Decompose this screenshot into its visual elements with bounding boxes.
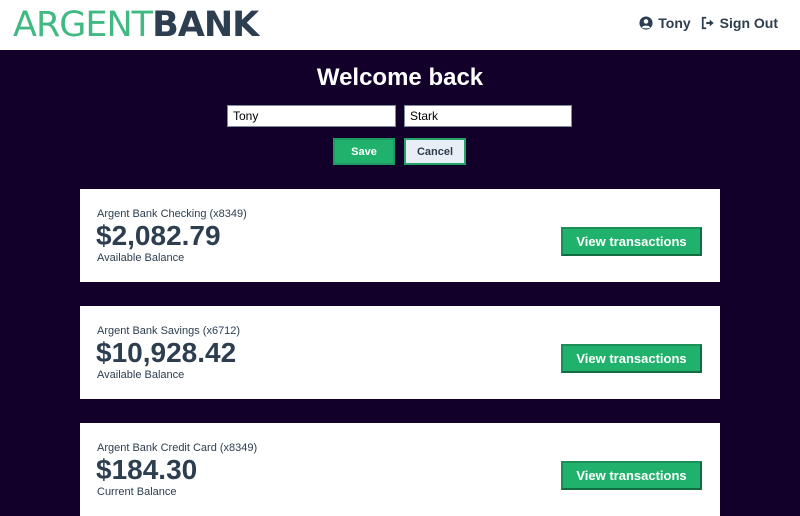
page-title: Welcome back xyxy=(316,64,484,91)
account-card-savings: Argent Bank Savings (x6712) $10,928.42 A… xyxy=(80,306,720,399)
welcome-header: Welcome back xyxy=(0,62,800,94)
sign-out-icon xyxy=(701,16,715,30)
sign-out-link[interactable]: Sign Out xyxy=(701,15,778,31)
account-amount-description: Available Balance xyxy=(97,369,185,381)
account-card-checking: Argent Bank Checking (x8349) $2,082.79 A… xyxy=(80,189,720,282)
save-button[interactable]: Save xyxy=(333,138,395,165)
name-edit-form xyxy=(227,105,572,127)
sign-out-label: Sign Out xyxy=(719,15,778,31)
nav-user-area: Tony Sign Out xyxy=(639,15,778,31)
logo-part-argent: ARGENT xyxy=(13,5,153,45)
edit-buttons: Save Cancel xyxy=(333,138,466,165)
cancel-button[interactable]: Cancel xyxy=(404,138,466,165)
account-amount: $184.30 xyxy=(96,454,198,485)
logo-part-bank: BANK xyxy=(152,5,259,45)
account-amount-description: Current Balance xyxy=(97,486,177,498)
account-card-credit: Argent Bank Credit Card (x8349) $184.30 … xyxy=(80,423,720,516)
view-transactions-button[interactable]: View transactions xyxy=(561,461,702,490)
account-amount: $2,082.79 xyxy=(96,220,221,251)
view-transactions-button[interactable]: View transactions xyxy=(561,227,702,256)
last-name-input[interactable] xyxy=(404,105,572,127)
user-circle-icon xyxy=(639,16,653,30)
user-name-label: Tony xyxy=(658,15,691,31)
account-amount-description: Available Balance xyxy=(97,252,185,264)
account-amount: $10,928.42 xyxy=(96,337,237,368)
first-name-input[interactable] xyxy=(227,105,396,127)
main-nav: ARGENTBANK Tony Sign Out xyxy=(0,0,800,50)
argent-bank-logo[interactable]: ARGENTBANK xyxy=(13,5,259,45)
user-profile-link[interactable]: Tony xyxy=(639,15,691,31)
view-transactions-button[interactable]: View transactions xyxy=(561,344,702,373)
